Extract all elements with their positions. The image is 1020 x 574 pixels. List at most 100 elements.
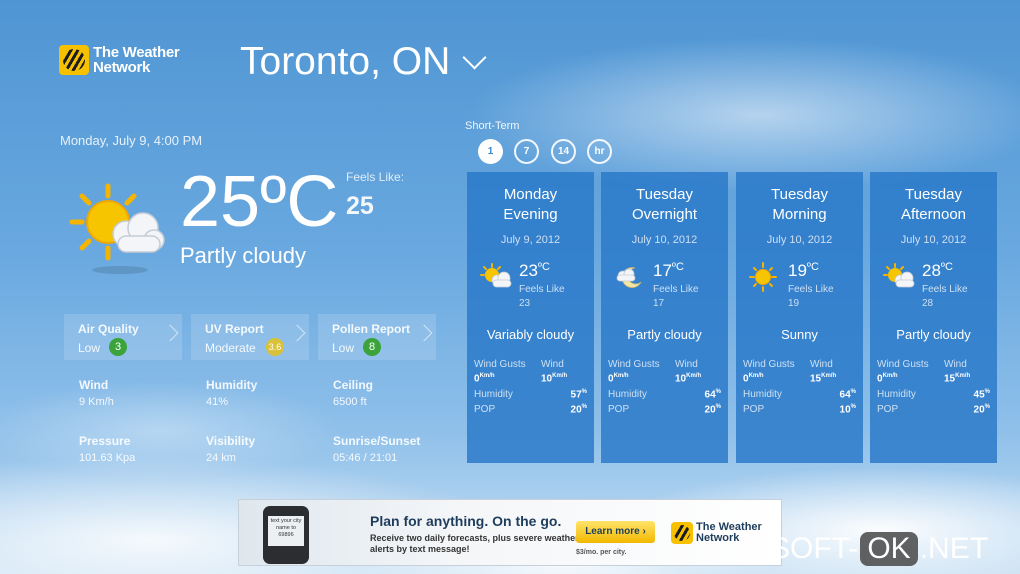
stat-value: 6500 ft: [333, 396, 367, 408]
tab-14-day[interactable]: 14: [551, 139, 576, 164]
logo-icon: [671, 522, 693, 544]
tab-1-day[interactable]: 1: [478, 139, 503, 164]
card-period: Monday Evening: [467, 185, 594, 225]
card-date: July 10, 2012: [631, 234, 698, 246]
tile-title: Air Quality: [78, 322, 139, 336]
card-condition: Variably cloudy: [486, 327, 575, 342]
card-period-line1: Monday: [503, 186, 558, 203]
stat-label: Sunrise/Sunset: [333, 434, 421, 448]
card-temp-value: 17: [653, 261, 672, 280]
wind-gusts-label: Wind Gusts: [608, 359, 660, 370]
card-feels-like-label: Feels Like: [922, 284, 968, 295]
stat-value: 41%: [206, 396, 229, 408]
card-period: Tuesday Overnight: [601, 185, 728, 225]
pop-label: POP: [474, 404, 496, 415]
cloudy-night-icon: [616, 267, 642, 288]
ad-logo-line2: Network: [696, 532, 740, 544]
card-date: July 10, 2012: [900, 234, 967, 246]
ad-price: $3/mo. per city.: [576, 549, 627, 556]
pop-value: 20: [973, 404, 985, 416]
tab-7-day[interactable]: 7: [514, 139, 539, 164]
tile-value: Moderate: [205, 341, 256, 355]
wind-gusts-label: Wind Gusts: [877, 359, 929, 370]
tile-badge: 3: [109, 338, 127, 356]
card-feels-like-label: Feels Like: [788, 284, 834, 295]
phone-screen-text: text your city name to 69896: [268, 516, 304, 546]
card-period-line1: Tuesday: [636, 186, 693, 203]
percent-sign: %: [984, 389, 990, 395]
chevron-right-icon: [415, 324, 433, 342]
app-logo: The Weather Network: [59, 43, 194, 77]
humidity-value: 45: [973, 389, 985, 401]
wind-value: 10: [675, 373, 687, 385]
pop-value: 20: [704, 404, 716, 416]
uv-report-tile[interactable]: UV Report Moderate 3.6: [191, 314, 309, 360]
humidity-value: 57: [570, 389, 582, 401]
stat-value: 101.63 Kpa: [79, 452, 136, 464]
chevron-down-icon[interactable]: [462, 44, 487, 70]
card-temp-unit: ºC: [537, 261, 550, 273]
stat-humidity: Humidity 41%: [206, 378, 257, 408]
wind-label: Wind: [810, 359, 833, 370]
speed-unit: Km/h: [748, 373, 764, 379]
percent-sign: %: [850, 389, 856, 395]
stat-wind: Wind 9 Km/h: [79, 378, 114, 408]
percent-sign: %: [715, 404, 721, 410]
logo-icon: [59, 45, 89, 75]
stat-sunrise-sunset: Sunrise/Sunset 05:46 / 21:01: [333, 434, 420, 464]
stat-value: 9 Km/h: [79, 396, 114, 408]
city-selector[interactable]: Toronto, ON: [240, 40, 487, 84]
card-date: July 10, 2012: [766, 234, 833, 246]
stat-value: 05:46 / 21:01: [333, 452, 398, 464]
percent-sign: %: [984, 404, 990, 410]
wind-value: 15: [944, 373, 956, 385]
card-temp-unit: ºC: [671, 261, 684, 273]
stat-pressure: Pressure 101.63 Kpa: [79, 434, 135, 464]
forecast-card-2[interactable]: Tuesday Morning July 10, 2012 19ºC Feels…: [736, 172, 863, 463]
pollen-report-tile[interactable]: Pollen Report Low 8: [318, 314, 436, 360]
card-temp-value: 28: [922, 261, 941, 280]
tile-title: UV Report: [205, 322, 264, 336]
tile-value: Low: [78, 341, 101, 355]
air-quality-tile[interactable]: Air Quality Low 3: [64, 314, 182, 360]
card-temp-unit: ºC: [940, 261, 953, 273]
current-condition: Partly cloudy: [180, 243, 306, 268]
wind-gusts-label: Wind Gusts: [743, 359, 795, 370]
card-condition: Sunny: [781, 327, 818, 342]
learn-more-button[interactable]: Learn more ›: [576, 521, 655, 543]
partly-cloudy-icon: [69, 183, 165, 274]
card-feels-like-value: 19: [788, 298, 800, 309]
temperature-unit: ºC: [260, 162, 339, 242]
speed-unit: Km/h: [479, 373, 495, 379]
chevron-right-icon: [161, 324, 179, 342]
card-temperature: 17ºC: [653, 261, 684, 281]
stat-visibility: Visibility 24 km: [206, 434, 255, 464]
card-period-line1: Tuesday: [905, 186, 962, 203]
card-period: Tuesday Morning: [736, 185, 863, 225]
stat-label: Pressure: [79, 434, 131, 448]
tab-hourly[interactable]: hr: [587, 139, 612, 164]
card-condition: Partly cloudy: [627, 327, 702, 342]
partly-cloudy-icon: [883, 263, 915, 288]
forecast-card-3[interactable]: Tuesday Afternoon July 10, 2012 28ºC Fee…: [870, 172, 997, 463]
pop-label: POP: [608, 404, 630, 415]
card-temperature: 19ºC: [788, 261, 819, 281]
forecast-card-1[interactable]: Tuesday Overnight July 10, 2012 17ºC Fee…: [601, 172, 728, 463]
wind-gusts-label: Wind Gusts: [474, 359, 526, 370]
short-term-label: Short-Term: [465, 120, 520, 132]
watermark-part1: SOFT-: [770, 532, 859, 565]
speed-unit: Km/h: [686, 373, 702, 379]
card-feels-like-label: Feels Like: [653, 284, 699, 295]
card-period-line2: Morning: [772, 206, 827, 223]
current-temperature: 25ºC: [180, 162, 338, 242]
tile-title: Pollen Report: [332, 322, 411, 336]
pop-label: POP: [743, 404, 765, 415]
card-period-line2: Evening: [503, 206, 558, 223]
speed-unit: Km/h: [882, 373, 898, 379]
card-temp-value: 23: [519, 261, 538, 280]
ad-banner[interactable]: text your city name to 69896 Plan for an…: [238, 499, 782, 566]
forecast-card-0[interactable]: Monday Evening July 9, 2012 23ºC Feels L…: [467, 172, 594, 463]
percent-sign: %: [715, 389, 721, 395]
humidity-label: Humidity: [608, 389, 647, 400]
humidity-label: Humidity: [877, 389, 916, 400]
